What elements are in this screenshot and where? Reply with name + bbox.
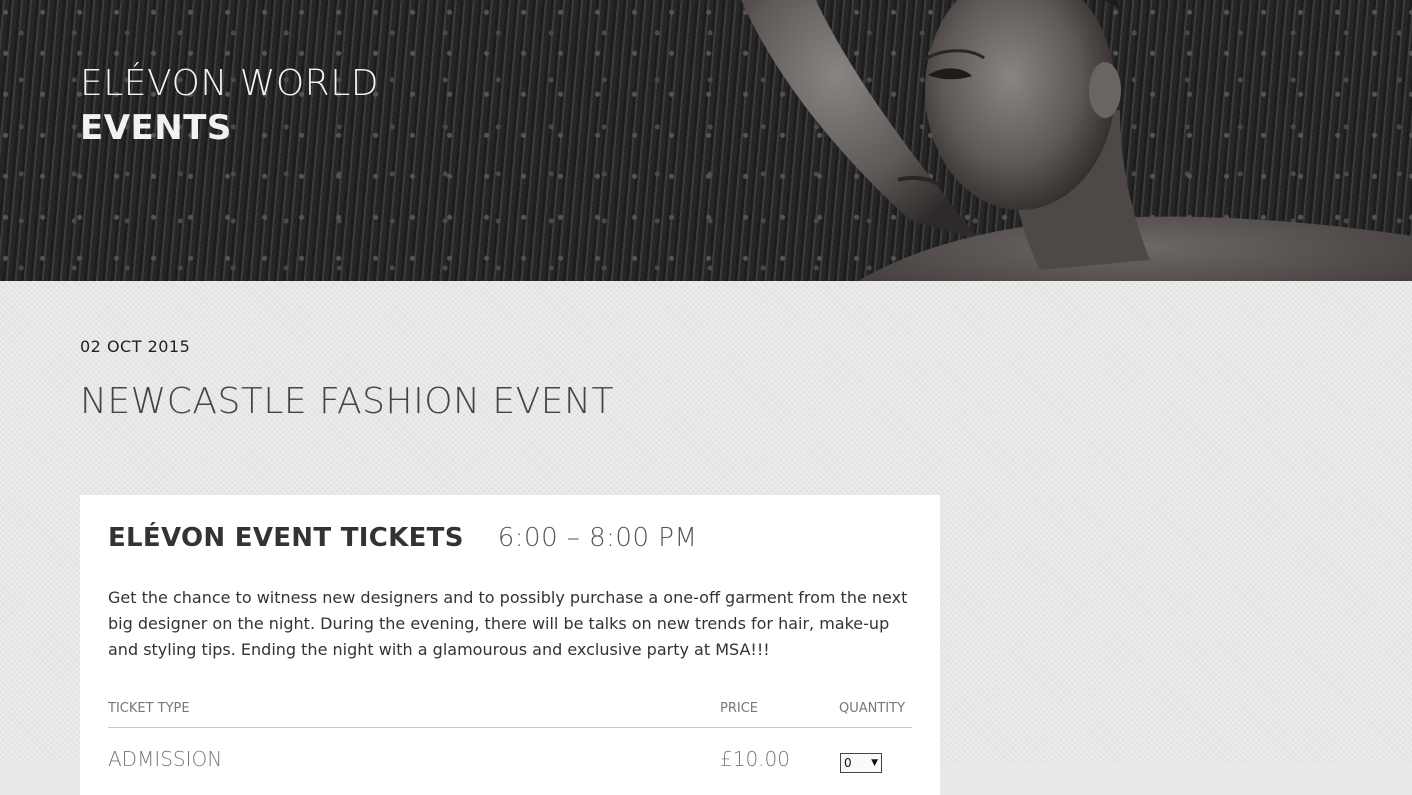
column-header-quantity: QUANTITY xyxy=(839,701,906,716)
hero-title: ELÉVON WORLD EVENTS xyxy=(80,62,379,150)
ticket-type-cell: ADMISSION xyxy=(108,747,223,771)
event-title: NEWCASTLE FASHION EVENT xyxy=(80,381,614,422)
column-header-price: PRICE xyxy=(720,701,758,716)
table-row: ADMISSION £10.00 0 ▼ xyxy=(108,745,912,785)
quantity-select-value: 0 xyxy=(844,756,852,770)
event-content: 02 OCT 2015 NEWCASTLE FASHION EVENT ELÉV… xyxy=(0,281,1412,795)
event-time: 6:00 – 8:00 PM xyxy=(497,523,698,553)
ticket-card-heading: ELÉVON EVENT TICKETS xyxy=(108,523,464,553)
column-header-ticket-type: TICKET TYPE xyxy=(108,701,190,716)
chevron-down-icon: ▼ xyxy=(871,758,878,768)
hero-model-image xyxy=(741,0,1412,281)
ticket-table-header: TICKET TYPE PRICE QUANTITY xyxy=(108,701,912,728)
hero-banner: ELÉVON WORLD EVENTS xyxy=(0,0,1412,281)
ticket-card: ELÉVON EVENT TICKETS 6:00 – 8:00 PM Get … xyxy=(80,495,940,795)
event-date: 02 OCT 2015 xyxy=(80,337,191,356)
ticket-price-cell: £10.00 xyxy=(720,747,790,771)
ticket-card-header: ELÉVON EVENT TICKETS 6:00 – 8:00 PM xyxy=(108,523,697,553)
event-description: Get the chance to witness new designers … xyxy=(108,588,908,659)
hero-title-section: EVENTS xyxy=(80,108,232,148)
hero-title-brand: ELÉVON WORLD xyxy=(80,63,379,104)
quantity-select[interactable]: 0 ▼ xyxy=(840,753,882,773)
